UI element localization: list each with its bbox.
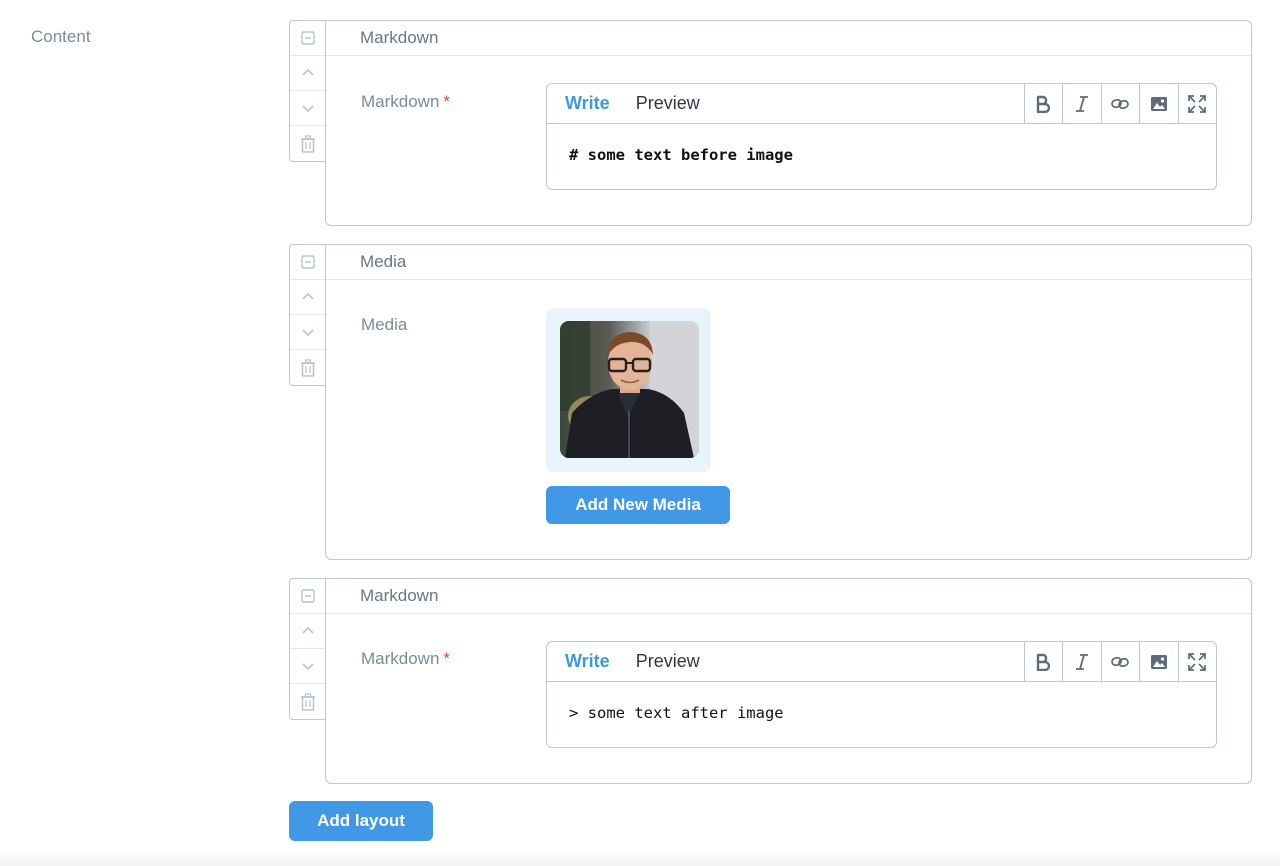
media-image [560,321,699,458]
editor-textarea[interactable]: > some text after image [547,682,1216,722]
image-icon [1150,96,1167,111]
markdown-field-label: Markdown * [361,649,450,669]
required-mark: * [443,92,451,111]
layout-block-markdown-1: Markdown Markdown * Write Preview # some … [289,20,1252,226]
tab-write[interactable]: Write [547,84,610,123]
trash-icon [300,358,315,377]
collapse-button[interactable] [290,21,325,56]
tab-preview[interactable]: Preview [610,84,700,123]
chevron-down-icon [301,105,314,113]
editor-tools [1023,642,1217,681]
chevron-up-icon [301,626,314,634]
move-down-button[interactable] [290,315,325,350]
move-down-button[interactable] [290,649,325,684]
link-button[interactable] [1100,642,1140,681]
image-button[interactable] [1139,84,1178,123]
chevron-down-icon [301,329,314,337]
block-header: Markdown [326,579,1251,614]
collapse-button[interactable] [290,245,325,280]
markdown-label-text: Markdown [361,649,440,668]
chevron-up-icon [301,292,314,300]
block-header: Markdown [326,21,1251,56]
delete-button[interactable] [290,350,325,385]
editor-toolbar: Write Preview [547,642,1216,682]
chevron-up-icon [301,68,314,76]
fullscreen-icon [1188,652,1207,671]
image-button[interactable] [1139,642,1178,681]
block-controls [289,20,326,162]
link-icon [1111,98,1130,109]
add-new-media-button[interactable]: Add New Media [546,486,730,524]
collapse-icon [300,589,315,603]
layout-block-media: Media Media Add New Media [289,244,1252,560]
page-bottom-edge [0,848,1280,866]
media-field-label: Media [361,315,408,334]
link-button[interactable] [1100,84,1140,123]
layout-block-markdown-2: Markdown Markdown * Write Preview > some … [289,578,1252,784]
markdown-label-text: Markdown [361,92,440,111]
add-layout-button[interactable]: Add layout [289,801,433,841]
move-up-button[interactable] [290,614,325,649]
markdown-editor: Write Preview > some text after image [546,641,1217,748]
tab-preview[interactable]: Preview [610,642,700,681]
italic-icon [1075,95,1088,112]
trash-icon [300,134,315,153]
block-card: Markdown Markdown * Write Preview # some … [325,20,1252,226]
link-icon [1111,656,1130,667]
delete-button[interactable] [290,126,325,161]
collapse-icon [300,31,315,45]
markdown-editor: Write Preview # some text before image [546,83,1217,190]
bold-button[interactable] [1023,642,1063,681]
collapse-button[interactable] [290,579,325,614]
chevron-down-icon [301,663,314,671]
media-thumbnail[interactable] [546,308,711,472]
delete-button[interactable] [290,684,325,719]
italic-button[interactable] [1062,84,1101,123]
move-down-button[interactable] [290,91,325,126]
block-card: Media Media Add New Media [325,244,1252,560]
block-header: Media [326,245,1251,280]
italic-button[interactable] [1062,642,1101,681]
image-icon [1150,654,1167,669]
required-mark: * [443,649,451,668]
trash-icon [300,692,315,711]
collapse-icon [300,255,315,269]
move-up-button[interactable] [290,56,325,91]
fullscreen-button[interactable] [1177,642,1217,681]
content-field-label: Content [31,27,91,46]
fullscreen-icon [1188,94,1207,113]
bold-icon [1037,653,1051,671]
italic-icon [1075,653,1088,670]
editor-toolbar: Write Preview [547,84,1216,124]
block-controls [289,578,326,720]
editor-textarea[interactable]: # some text before image [547,124,1216,164]
move-up-button[interactable] [290,280,325,315]
bold-button[interactable] [1023,84,1063,123]
bold-icon [1037,95,1051,113]
markdown-field-label: Markdown * [361,92,450,112]
tab-write[interactable]: Write [547,642,610,681]
block-controls [289,244,326,386]
fullscreen-button[interactable] [1177,84,1217,123]
editor-tools [1023,84,1217,123]
block-card: Markdown Markdown * Write Preview > some … [325,578,1252,784]
